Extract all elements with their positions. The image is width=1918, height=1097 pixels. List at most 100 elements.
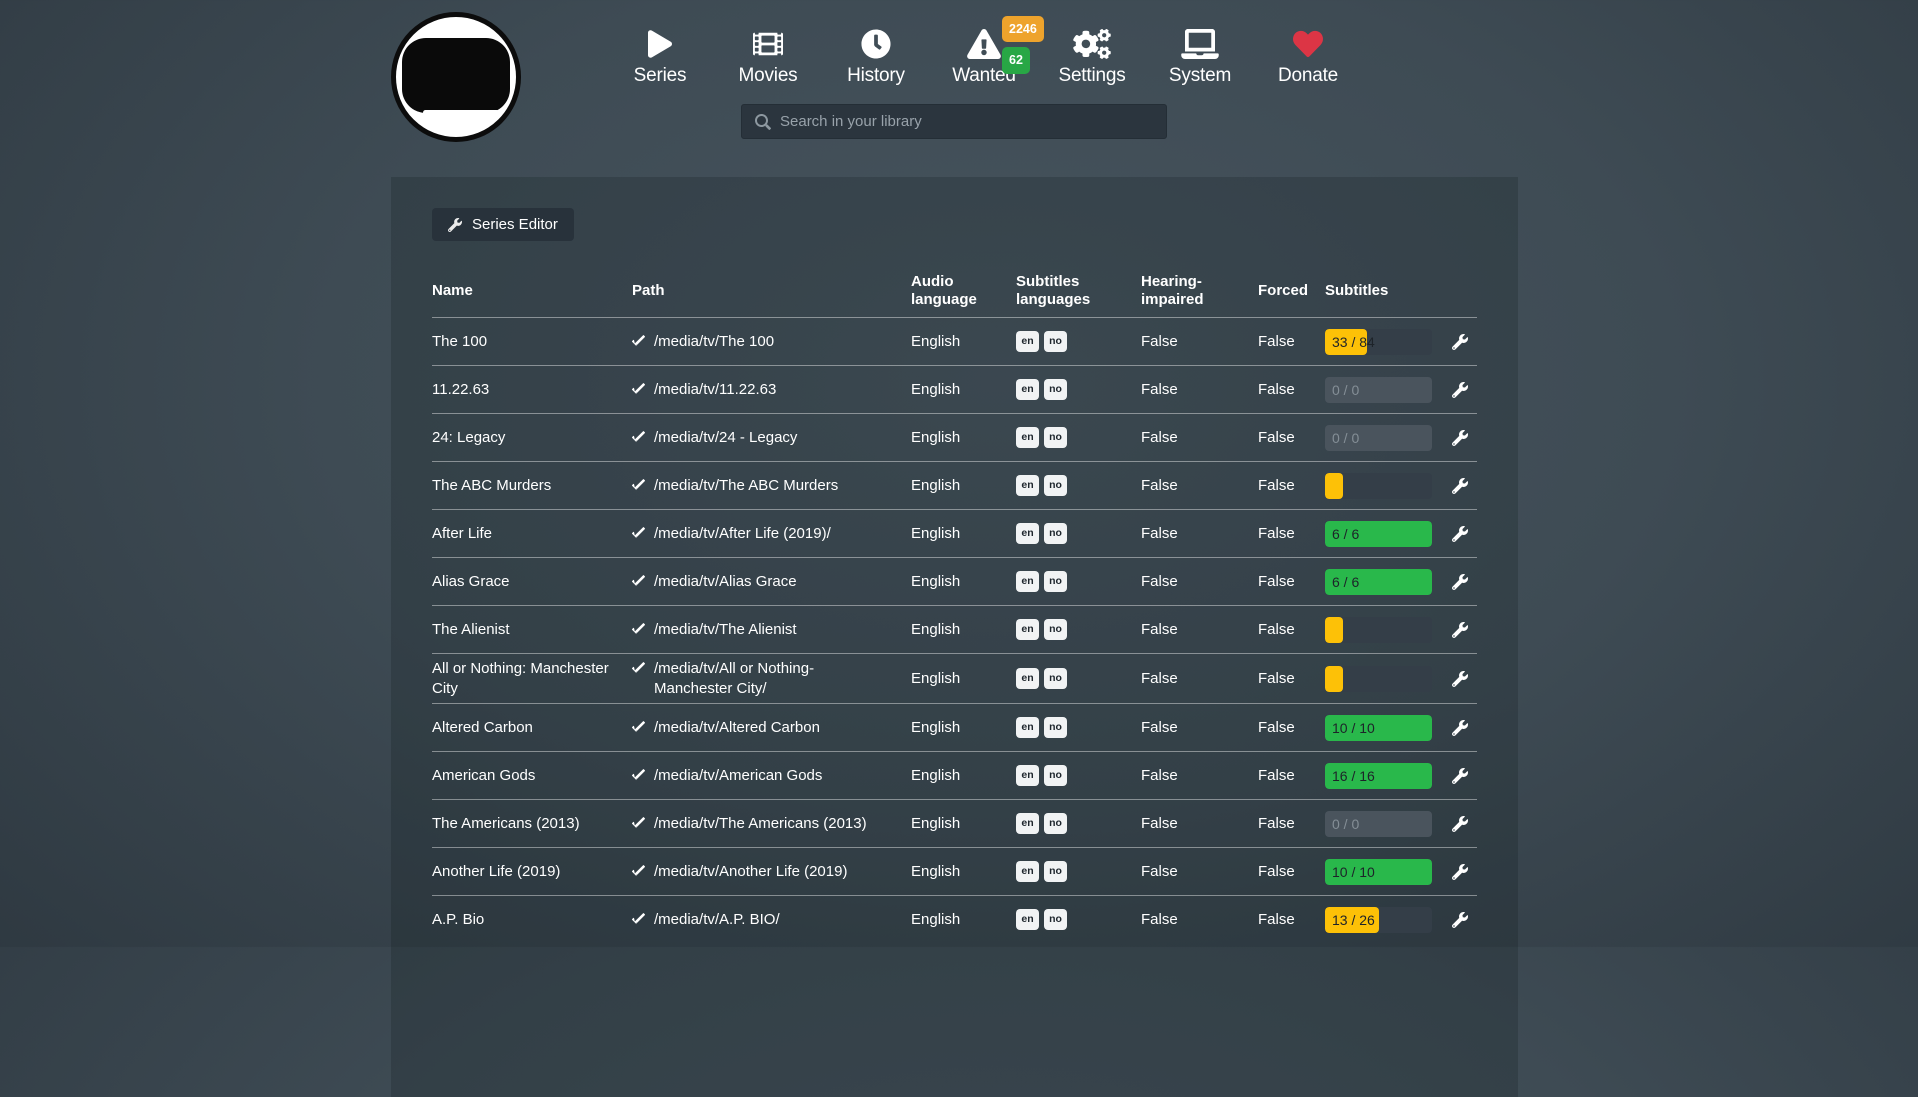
progress-label: 33 / 84 (1332, 329, 1375, 355)
language-badge: no (1044, 619, 1067, 640)
path-text: /media/tv/The ABC Murders (654, 476, 838, 496)
row-wrench-button[interactable] (1452, 912, 1468, 928)
subtitles-languages-badges: enno (1016, 813, 1141, 834)
language-badge: en (1016, 813, 1039, 834)
heart-icon (1292, 26, 1324, 62)
row-wrench-button[interactable] (1452, 864, 1468, 880)
forced-value: False (1258, 719, 1325, 736)
nav-item-donate[interactable]: Donate (1254, 26, 1362, 87)
row-wrench-button[interactable] (1452, 671, 1468, 687)
check-icon (632, 380, 645, 396)
subtitles-languages-badges: enno (1016, 668, 1141, 689)
progress-label: 13 / 26 (1332, 907, 1375, 933)
path-text: /media/tv/All or Nothing- Manchester Cit… (654, 659, 895, 698)
row-wrench-button[interactable] (1452, 720, 1468, 736)
table-header: Name Path Audio language Subtitles langu… (432, 265, 1477, 317)
nav-item-history[interactable]: History (822, 26, 930, 87)
col-subtitles-languages: Subtitles languages (1016, 273, 1108, 309)
subtitles-languages-badges: enno (1016, 379, 1141, 400)
forced-value: False (1258, 381, 1325, 398)
check-icon (632, 910, 645, 926)
bazarr-logo[interactable] (391, 12, 521, 142)
language-badge: no (1044, 861, 1067, 882)
forced-value: False (1258, 429, 1325, 446)
wrench-icon (1452, 720, 1468, 736)
row-wrench-button[interactable] (1452, 768, 1468, 784)
subtitles-progress-bar: 33 / 84 (1325, 329, 1432, 355)
hearing-impaired-value: False (1141, 381, 1258, 398)
forced-value: False (1258, 573, 1325, 590)
film-icon (753, 26, 783, 62)
hearing-impaired-value: False (1141, 911, 1258, 928)
language-badge: no (1044, 668, 1067, 689)
path-text: /media/tv/Another Life (2019) (654, 862, 847, 882)
check-icon (632, 524, 645, 540)
row-wrench-button[interactable] (1452, 622, 1468, 638)
check-icon (632, 718, 645, 734)
series-editor-label: Series Editor (472, 216, 558, 233)
progress-label: 16 / 16 (1332, 763, 1375, 789)
progress-fill (1325, 666, 1343, 692)
row-wrench-button[interactable] (1452, 526, 1468, 542)
path-text: /media/tv/The Alienist (654, 620, 797, 640)
progress-fill (1325, 617, 1343, 643)
table-row: Another Life (2019) /media/tv/Another Li… (432, 847, 1477, 895)
nav-item-wanted[interactable]: Wanted 224662 (930, 26, 1038, 87)
table-row: The Alienist /media/tv/The Alienist Engl… (432, 605, 1477, 653)
progress-fill (1325, 473, 1343, 499)
wrench-icon (1452, 912, 1468, 928)
nav-item-system[interactable]: System (1146, 26, 1254, 87)
language-badge: no (1044, 379, 1067, 400)
subtitles-languages-badges: enno (1016, 909, 1141, 930)
language-badge: no (1044, 765, 1067, 786)
nav-item-series[interactable]: Series (606, 26, 714, 87)
cogs-icon (1073, 26, 1111, 62)
row-wrench-button[interactable] (1452, 430, 1468, 446)
subtitles-languages-badges: enno (1016, 331, 1141, 352)
series-path: /media/tv/Another Life (2019) (632, 862, 911, 882)
hearing-impaired-value: False (1141, 525, 1258, 542)
audio-language-value: English (911, 815, 1016, 832)
subtitle-line-1 (423, 110, 499, 115)
nav-item-movies[interactable]: Movies (714, 26, 822, 87)
language-badge: no (1044, 571, 1067, 592)
table-row: The 100 /media/tv/The 100 English enno F… (432, 317, 1477, 365)
wrench-icon (1452, 671, 1468, 687)
subtitles-progress-bar (1325, 473, 1432, 499)
row-wrench-button[interactable] (1452, 334, 1468, 350)
row-wrench-button[interactable] (1452, 382, 1468, 398)
tv-screen-shape (402, 38, 510, 113)
wrench-icon (1452, 334, 1468, 350)
search-input[interactable] (742, 105, 1166, 138)
check-icon (632, 428, 645, 444)
table-row: After Life /media/tv/After Life (2019)/ … (432, 509, 1477, 557)
table-body: The 100 /media/tv/The 100 English enno F… (432, 317, 1477, 943)
path-text: /media/tv/Alias Grace (654, 572, 797, 592)
col-path: Path (632, 282, 911, 300)
row-wrench-button[interactable] (1452, 816, 1468, 832)
progress-label: 10 / 10 (1332, 859, 1375, 885)
subtitles-progress-bar (1325, 617, 1432, 643)
table-row: 24: Legacy /media/tv/24 - Legacy English… (432, 413, 1477, 461)
language-badge: no (1044, 813, 1067, 834)
path-text: /media/tv/The 100 (654, 332, 774, 352)
forced-value: False (1258, 767, 1325, 784)
row-wrench-button[interactable] (1452, 478, 1468, 494)
hearing-impaired-value: False (1141, 670, 1258, 687)
row-wrench-button[interactable] (1452, 574, 1468, 590)
forced-value: False (1258, 911, 1325, 928)
series-path: /media/tv/The Alienist (632, 620, 911, 640)
audio-language-value: English (911, 911, 1016, 928)
audio-language-value: English (911, 719, 1016, 736)
table-row: A.P. Bio /media/tv/A.P. BIO/ English enn… (432, 895, 1477, 943)
warning-icon (967, 26, 1001, 62)
series-editor-button[interactable]: Series Editor (432, 208, 574, 241)
subtitles-progress-bar: 0 / 0 (1325, 811, 1432, 837)
language-badge: en (1016, 619, 1039, 640)
table-row: Altered Carbon /media/tv/Altered Carbon … (432, 703, 1477, 751)
path-text: /media/tv/24 - Legacy (654, 428, 797, 448)
check-icon (632, 659, 645, 675)
language-badge: en (1016, 668, 1039, 689)
hearing-impaired-value: False (1141, 477, 1258, 494)
nav-item-settings[interactable]: Settings (1038, 26, 1146, 87)
